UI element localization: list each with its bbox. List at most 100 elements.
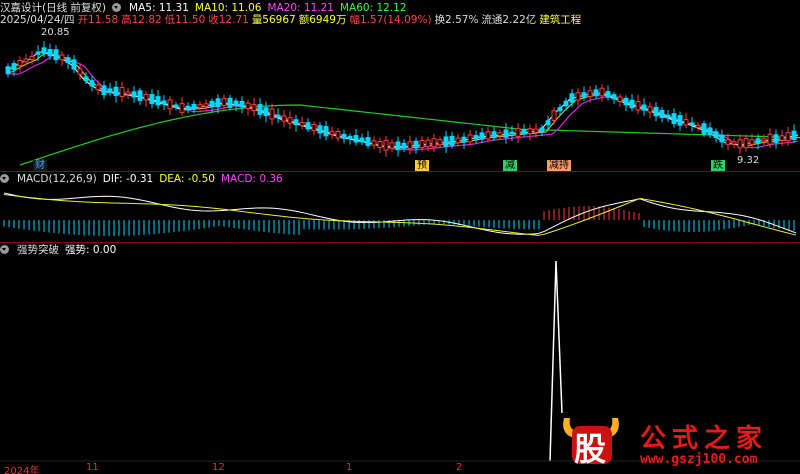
candle-up bbox=[431, 138, 437, 148]
macd-chart[interactable] bbox=[0, 174, 800, 244]
candle-up bbox=[425, 139, 431, 148]
candle-up bbox=[287, 117, 293, 124]
candle-down bbox=[605, 91, 611, 98]
candle-down bbox=[359, 137, 365, 143]
candle-down bbox=[11, 63, 17, 71]
candle-up bbox=[527, 128, 533, 135]
candle-up bbox=[335, 131, 341, 139]
candle-down bbox=[173, 104, 179, 108]
candle-up bbox=[551, 110, 557, 121]
candle-down bbox=[101, 85, 107, 96]
watermark-url: www.gszj100.com bbox=[640, 452, 758, 467]
candle-down bbox=[707, 127, 713, 135]
candle-up bbox=[77, 68, 83, 75]
candle-up bbox=[725, 139, 731, 145]
candle-down bbox=[89, 80, 95, 87]
candle-down bbox=[341, 133, 347, 139]
candle-up bbox=[167, 99, 173, 110]
candle-down bbox=[413, 140, 419, 149]
candle-up bbox=[407, 141, 413, 150]
candle-down bbox=[365, 137, 371, 146]
candle-down bbox=[623, 97, 629, 106]
candle-down bbox=[713, 131, 719, 139]
candle-down bbox=[479, 132, 485, 140]
watermark-left-glyph: 股 bbox=[574, 430, 607, 468]
candle-up bbox=[383, 139, 389, 151]
candle-up bbox=[785, 132, 791, 142]
candle-up bbox=[125, 91, 131, 95]
candle-down bbox=[47, 48, 53, 57]
candle-down bbox=[701, 123, 707, 135]
candle-up bbox=[437, 139, 443, 146]
candle-up bbox=[515, 127, 521, 137]
x-axis-label-jan: 1 bbox=[346, 462, 353, 473]
candle-down bbox=[629, 99, 635, 109]
watermark-logo: 股 公式之家 www.gszj100.com bbox=[560, 412, 800, 474]
x-axis-label-nov: 11 bbox=[86, 462, 99, 473]
candle-down bbox=[83, 76, 89, 82]
candle-down bbox=[263, 107, 269, 116]
candle-down bbox=[323, 126, 329, 137]
x-axis-label-feb: 2 bbox=[456, 462, 463, 473]
candle-down bbox=[653, 106, 659, 117]
candle-down bbox=[107, 88, 113, 94]
candle-down bbox=[593, 89, 599, 97]
candle-up bbox=[575, 92, 581, 101]
candle-down bbox=[791, 130, 797, 140]
candle-down bbox=[215, 98, 221, 108]
candle-down bbox=[149, 94, 155, 104]
candle-down bbox=[563, 100, 569, 107]
candle-down bbox=[503, 129, 509, 138]
candle-up bbox=[311, 124, 317, 132]
candle-up bbox=[467, 134, 473, 143]
ma60-line bbox=[19, 104, 800, 166]
candle-up bbox=[731, 141, 737, 145]
candle-down bbox=[185, 105, 191, 110]
candle-down bbox=[257, 104, 263, 115]
watermark-title: 公式之家 bbox=[640, 424, 769, 454]
candle-up bbox=[599, 87, 605, 97]
candle-up bbox=[203, 103, 209, 108]
candle-down bbox=[491, 131, 497, 139]
candle-up bbox=[737, 139, 743, 149]
candle-down bbox=[461, 136, 467, 143]
candle-down bbox=[641, 104, 647, 111]
candle-down bbox=[449, 136, 455, 146]
candle-down bbox=[659, 109, 665, 119]
candle-down bbox=[113, 86, 119, 96]
candle-down bbox=[65, 57, 71, 64]
candle-up bbox=[617, 96, 623, 102]
max-price-label: 20.85 bbox=[41, 27, 70, 38]
candle-up bbox=[587, 90, 593, 97]
candle-up bbox=[95, 84, 101, 91]
candle-down bbox=[35, 51, 41, 55]
candle-down bbox=[317, 125, 323, 134]
candle-down bbox=[353, 135, 359, 143]
candle-down bbox=[275, 114, 281, 119]
candle-down bbox=[611, 94, 617, 100]
candle-down bbox=[539, 127, 545, 133]
candle-down bbox=[509, 131, 515, 135]
candle-up bbox=[419, 140, 425, 148]
candle-down bbox=[401, 142, 407, 149]
candle-up bbox=[251, 104, 257, 112]
candle-up bbox=[767, 133, 773, 145]
candle-up bbox=[119, 87, 125, 97]
candle-up bbox=[197, 104, 203, 109]
candle-up bbox=[377, 141, 383, 148]
x-axis-label-year: 2024年 bbox=[4, 466, 40, 474]
candle-up bbox=[59, 54, 65, 61]
candle-down bbox=[773, 134, 779, 143]
candle-down bbox=[581, 92, 587, 98]
candle-down bbox=[521, 129, 527, 135]
candle-down bbox=[227, 97, 233, 108]
candlestick-chart[interactable] bbox=[0, 0, 800, 172]
candle-down bbox=[209, 100, 215, 108]
dif-line bbox=[3, 192, 797, 235]
x-axis-label-dec: 12 bbox=[212, 462, 225, 473]
candle-up bbox=[647, 106, 653, 113]
candle-down bbox=[689, 122, 695, 126]
candle-down bbox=[665, 114, 671, 119]
candle-up bbox=[749, 139, 755, 145]
candle-down bbox=[191, 103, 197, 110]
